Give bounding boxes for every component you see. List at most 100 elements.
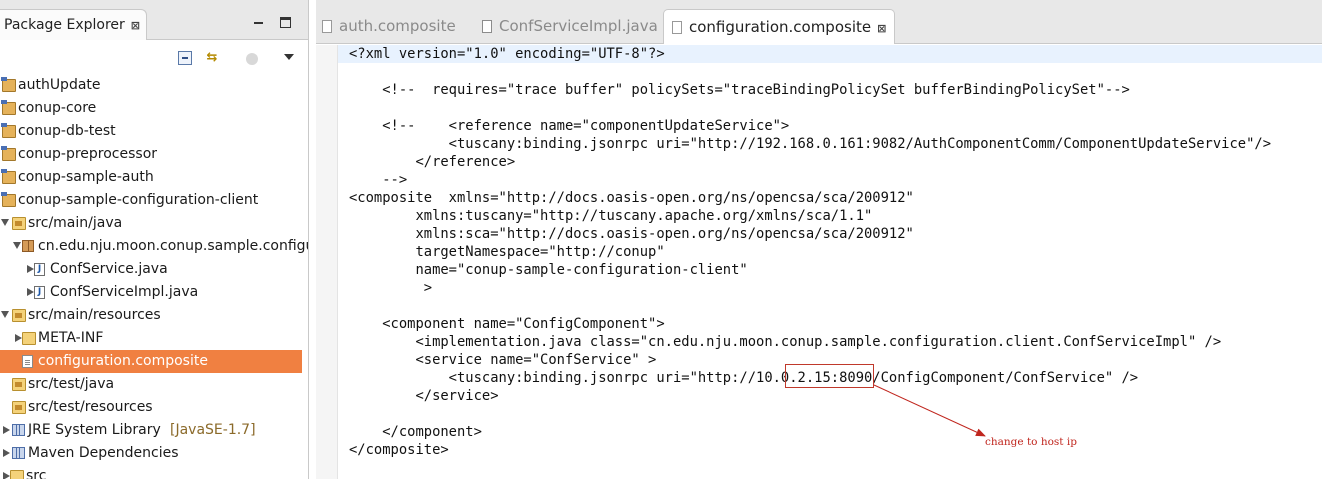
code-line: --> [349,172,408,188]
tree-item-label: src/main/resources [28,307,161,323]
file-icon [22,355,33,368]
code-line: <implementation.java class="cn.edu.nju.m… [349,334,1222,350]
tree-item-label: cn.edu.nju.moon.conup.sample.configu [38,238,309,254]
code-line: <!-- <reference name="componentUpdateSer… [349,118,790,134]
tab-auth-composite[interactable]: auth.composite [322,9,456,44]
collapse-arrow-icon[interactable] [3,426,10,434]
tree-item-label: conup-sample-auth [18,169,154,185]
editor-tabbar: auth.composite ConfServiceImpl.java conf… [316,0,1322,44]
code-line: </service> [349,388,499,404]
focus-task-icon[interactable] [246,53,258,65]
code-line: <composite xmlns="http://docs.oasis-open… [349,190,914,206]
library-icon [12,424,25,436]
tree-item[interactable]: src/test/resources [0,396,302,419]
tree-item[interactable]: src/main/resources [0,304,302,327]
close-icon[interactable]: ⊠ [877,12,886,46]
collapse-all-icon[interactable] [178,51,192,65]
source-folder-icon [12,217,26,230]
project-icon [1,77,16,92]
code-editor[interactable]: <?xml version="1.0" encoding="UTF-8"?> <… [338,45,1322,479]
tree-item-label: src/test/java [28,376,115,392]
folder-icon [22,332,36,345]
tab-configuration-composite[interactable]: configuration.composite ⊠ [663,9,896,46]
tree-item[interactable]: META-INF [0,327,302,350]
tree-item[interactable]: src/test/java [0,373,302,396]
tree-item-label: src/main/java [28,215,123,231]
tab-confserviceimpl-java[interactable]: ConfServiceImpl.java [482,9,658,44]
expand-arrow-icon[interactable] [1,219,9,226]
collapse-arrow-icon[interactable] [15,334,22,342]
collapse-arrow-icon[interactable] [3,449,10,457]
link-with-editor-icon[interactable]: ⇆ [205,51,219,65]
folder-icon [10,470,24,479]
package-explorer-toolbar: ⇆ [0,41,308,73]
tree-item-label: JRE System Library [28,422,161,438]
minimize-icon[interactable] [252,15,266,29]
tree-item-label: Maven Dependencies [28,445,179,461]
view-menu-chevron-down-icon[interactable] [284,54,294,60]
tree-item-label: ConfServiceImpl.java [50,284,199,300]
expand-arrow-icon[interactable] [1,311,9,318]
project-icon [1,192,16,207]
code-line: name="conup-sample-configuration-client" [349,262,748,278]
code-line: <component name="ConfigComponent"> [349,316,665,332]
tree-item-label: conup-core [18,100,97,116]
tree-item-label: configuration.composite [38,353,208,369]
project-icon [1,169,16,184]
tree-item[interactable]: JRE System Library [JavaSE-1.7] [0,419,302,442]
tree-item-label: src/test/resources [28,399,153,415]
code-line: </component> [349,424,482,440]
xml-file-icon [322,20,332,33]
collapse-arrow-icon[interactable] [27,265,34,273]
tree-item[interactable]: conup-sample-configuration-client [0,189,302,212]
expand-arrow-icon[interactable] [13,242,21,249]
tree-item-label: conup-db-test [18,123,116,139]
code-line: xmlns:tuscany="http://tuscany.apache.org… [349,208,873,224]
package-explorer-tab[interactable]: Package Explorer ⊠ [0,9,147,40]
code-line: <tuscany:binding.jsonrpc uri="http://192… [349,136,1272,152]
jre-version-label: [JavaSE-1.7] [170,422,256,438]
tree-item-label: src [26,468,47,479]
code-line: > [349,280,433,296]
tree-item[interactable]: Maven Dependencies [0,442,302,465]
source-folder-icon [12,378,26,391]
code-line: </composite> [349,442,449,458]
tree-item[interactable]: conup-preprocessor [0,143,302,166]
code-line: </reference> [349,154,516,170]
tree-item-label: conup-sample-configuration-client [18,192,259,208]
tree-item[interactable]: src/main/java [0,212,302,235]
tree-item[interactable]: conup-sample-auth [0,166,302,189]
editor-gutter [316,45,338,479]
code-line: <!-- requires="trace buffer" policySets=… [349,82,1130,98]
tree-item-label: conup-preprocessor [18,146,158,162]
project-icon [1,123,16,138]
tree-item-label: authUpdate [18,77,101,93]
package-explorer-tabbar: Package Explorer ⊠ [0,0,308,40]
source-folder-icon [12,401,26,414]
tree-item[interactable]: J ConfService.java [0,258,302,281]
project-icon [1,146,16,161]
tree-item[interactable]: configuration.composite [0,350,302,373]
annotation-text: change to host ip [985,436,1077,448]
tree-item[interactable]: conup-db-test [0,120,302,143]
collapse-arrow-icon[interactable] [3,472,10,479]
tree-item[interactable]: src [0,465,302,479]
close-icon[interactable]: ⊠ [131,10,140,41]
tree-item[interactable]: authUpdate [0,74,302,97]
java-file-icon: J [34,286,45,299]
code-line: <service name="ConfService" > [349,352,657,368]
tree-item-label: META-INF [38,330,104,346]
source-folder-icon [12,309,26,322]
tree-item[interactable]: cn.edu.nju.moon.conup.sample.configu [0,235,308,258]
tree-item[interactable]: J ConfServiceImpl.java [0,281,302,304]
code-line: <tuscany:binding.jsonrpc uri="http://10.… [349,370,1139,386]
tree-item-label: ConfService.java [50,261,168,277]
collapse-arrow-icon[interactable] [27,288,34,296]
xml-file-icon [672,21,682,34]
library-icon [12,447,25,459]
tab-label: auth.composite [339,17,456,35]
package-icon [22,240,34,252]
code-line: xmlns:sca="http://docs.oasis-open.org/ns… [349,226,914,242]
maximize-icon[interactable] [280,17,291,28]
tree-item[interactable]: conup-core [0,97,302,120]
